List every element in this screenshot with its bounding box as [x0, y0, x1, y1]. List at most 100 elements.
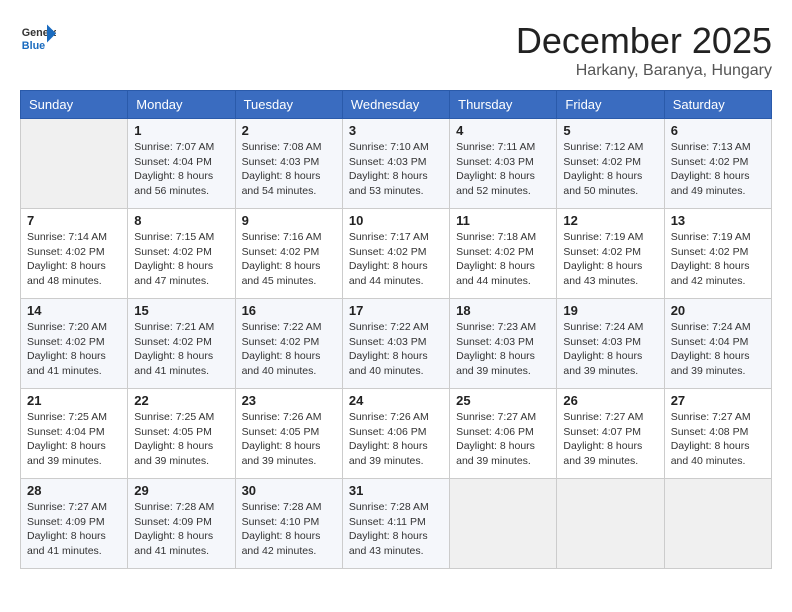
- calendar-week-1: 7Sunrise: 7:14 AMSunset: 4:02 PMDaylight…: [21, 209, 772, 299]
- day-number: 4: [456, 123, 550, 138]
- calendar-cell: [557, 479, 664, 569]
- day-info: Sunrise: 7:20 AMSunset: 4:02 PMDaylight:…: [27, 320, 121, 379]
- day-number: 25: [456, 393, 550, 408]
- calendar-cell: 1 Sunrise: 7:07 AMSunset: 4:04 PMDaylight…: [128, 119, 235, 209]
- day-number: 30: [242, 483, 336, 498]
- day-number: 20: [671, 303, 765, 318]
- calendar-table: SundayMondayTuesdayWednesdayThursdayFrid…: [20, 90, 772, 569]
- day-info: Sunrise: 7:24 AMSunset: 4:03 PMDaylight:…: [563, 320, 657, 379]
- day-number: 16: [242, 303, 336, 318]
- day-info: Sunrise: 7:24 AMSunset: 4:04 PMDaylight:…: [671, 320, 765, 379]
- header: General Blue December 2025 Harkany, Bara…: [20, 20, 772, 80]
- day-info: Sunrise: 7:19 AMSunset: 4:02 PMDaylight:…: [563, 230, 657, 289]
- day-number: 8: [134, 213, 228, 228]
- weekday-header-row: SundayMondayTuesdayWednesdayThursdayFrid…: [21, 91, 772, 119]
- calendar-cell: 11 Sunrise: 7:18 AMSunset: 4:02 PMDayligh…: [450, 209, 557, 299]
- calendar-week-0: 1 Sunrise: 7:07 AMSunset: 4:04 PMDaylight…: [21, 119, 772, 209]
- calendar-cell: 16Sunrise: 7:22 AMSunset: 4:02 PMDayligh…: [235, 299, 342, 389]
- day-info: Sunrise: 7:07 AMSunset: 4:04 PMDaylight:…: [134, 140, 228, 199]
- calendar-cell: 6Sunrise: 7:13 AMSunset: 4:02 PMDaylight…: [664, 119, 771, 209]
- day-info: Sunrise: 7:27 AMSunset: 4:08 PMDaylight:…: [671, 410, 765, 469]
- day-info: Sunrise: 7:21 AMSunset: 4:02 PMDaylight:…: [134, 320, 228, 379]
- day-info: Sunrise: 7:18 AMSunset: 4:02 PMDaylight:…: [456, 230, 550, 289]
- day-number: 22: [134, 393, 228, 408]
- location-title: Harkany, Baranya, Hungary: [516, 62, 772, 80]
- weekday-sunday: Sunday: [21, 91, 128, 119]
- calendar-cell: 18 Sunrise: 7:23 AMSunset: 4:03 PMDayligh…: [450, 299, 557, 389]
- calendar-body: 1 Sunrise: 7:07 AMSunset: 4:04 PMDaylight…: [21, 119, 772, 569]
- calendar-cell: 20 Sunrise: 7:24 AMSunset: 4:04 PMDayligh…: [664, 299, 771, 389]
- day-number: 6: [671, 123, 765, 138]
- calendar-cell: [664, 479, 771, 569]
- day-info: Sunrise: 7:27 AMSunset: 4:09 PMDaylight:…: [27, 500, 121, 559]
- calendar-cell: 24 Sunrise: 7:26 AMSunset: 4:06 PMDayligh…: [342, 389, 449, 479]
- title-area: December 2025 Harkany, Baranya, Hungary: [516, 20, 772, 80]
- day-number: 1: [134, 123, 228, 138]
- day-info: Sunrise: 7:27 AMSunset: 4:06 PMDaylight:…: [456, 410, 550, 469]
- day-info: Sunrise: 7:26 AMSunset: 4:06 PMDaylight:…: [349, 410, 443, 469]
- calendar-cell: 12Sunrise: 7:19 AMSunset: 4:02 PMDayligh…: [557, 209, 664, 299]
- day-info: Sunrise: 7:23 AMSunset: 4:03 PMDaylight:…: [456, 320, 550, 379]
- weekday-wednesday: Wednesday: [342, 91, 449, 119]
- calendar-cell: 5Sunrise: 7:12 AMSunset: 4:02 PMDaylight…: [557, 119, 664, 209]
- calendar-cell: 15 Sunrise: 7:21 AMSunset: 4:02 PMDayligh…: [128, 299, 235, 389]
- weekday-friday: Friday: [557, 91, 664, 119]
- day-number: 21: [27, 393, 121, 408]
- calendar-cell: 10Sunrise: 7:17 AMSunset: 4:02 PMDayligh…: [342, 209, 449, 299]
- day-number: 13: [671, 213, 765, 228]
- weekday-saturday: Saturday: [664, 91, 771, 119]
- calendar-cell: 25 Sunrise: 7:27 AMSunset: 4:06 PMDayligh…: [450, 389, 557, 479]
- day-info: Sunrise: 7:10 AMSunset: 4:03 PMDaylight:…: [349, 140, 443, 199]
- day-number: 2: [242, 123, 336, 138]
- calendar-cell: 9Sunrise: 7:16 AMSunset: 4:02 PMDaylight…: [235, 209, 342, 299]
- day-info: Sunrise: 7:11 AMSunset: 4:03 PMDaylight:…: [456, 140, 550, 199]
- calendar-cell: 4 Sunrise: 7:11 AMSunset: 4:03 PMDaylight…: [450, 119, 557, 209]
- day-number: 23: [242, 393, 336, 408]
- calendar-week-3: 21Sunrise: 7:25 AMSunset: 4:04 PMDayligh…: [21, 389, 772, 479]
- calendar-cell: [450, 479, 557, 569]
- calendar-cell: 31 Sunrise: 7:28 AMSunset: 4:11 PMDayligh…: [342, 479, 449, 569]
- weekday-thursday: Thursday: [450, 91, 557, 119]
- weekday-tuesday: Tuesday: [235, 91, 342, 119]
- month-title: December 2025: [516, 20, 772, 62]
- day-info: Sunrise: 7:28 AMSunset: 4:10 PMDaylight:…: [242, 500, 336, 559]
- day-number: 28: [27, 483, 121, 498]
- calendar-cell: 22 Sunrise: 7:25 AMSunset: 4:05 PMDayligh…: [128, 389, 235, 479]
- day-number: 26: [563, 393, 657, 408]
- day-info: Sunrise: 7:25 AMSunset: 4:05 PMDaylight:…: [134, 410, 228, 469]
- day-number: 9: [242, 213, 336, 228]
- weekday-monday: Monday: [128, 91, 235, 119]
- day-info: Sunrise: 7:17 AMSunset: 4:02 PMDaylight:…: [349, 230, 443, 289]
- day-number: 7: [27, 213, 121, 228]
- calendar-cell: 23Sunrise: 7:26 AMSunset: 4:05 PMDayligh…: [235, 389, 342, 479]
- calendar-cell: 26 Sunrise: 7:27 AMSunset: 4:07 PMDayligh…: [557, 389, 664, 479]
- day-number: 14: [27, 303, 121, 318]
- day-info: Sunrise: 7:19 AMSunset: 4:02 PMDaylight:…: [671, 230, 765, 289]
- day-number: 19: [563, 303, 657, 318]
- day-info: Sunrise: 7:28 AMSunset: 4:09 PMDaylight:…: [134, 500, 228, 559]
- day-info: Sunrise: 7:08 AMSunset: 4:03 PMDaylight:…: [242, 140, 336, 199]
- day-info: Sunrise: 7:27 AMSunset: 4:07 PMDaylight:…: [563, 410, 657, 469]
- day-number: 24: [349, 393, 443, 408]
- day-number: 11: [456, 213, 550, 228]
- day-info: Sunrise: 7:22 AMSunset: 4:03 PMDaylight:…: [349, 320, 443, 379]
- logo: General Blue: [20, 20, 56, 56]
- day-number: 29: [134, 483, 228, 498]
- calendar-week-4: 28 Sunrise: 7:27 AMSunset: 4:09 PMDayligh…: [21, 479, 772, 569]
- calendar-cell: 7Sunrise: 7:14 AMSunset: 4:02 PMDaylight…: [21, 209, 128, 299]
- calendar-cell: 30 Sunrise: 7:28 AMSunset: 4:10 PMDayligh…: [235, 479, 342, 569]
- calendar-cell: 17Sunrise: 7:22 AMSunset: 4:03 PMDayligh…: [342, 299, 449, 389]
- day-number: 3: [349, 123, 443, 138]
- calendar-week-2: 14 Sunrise: 7:20 AMSunset: 4:02 PMDayligh…: [21, 299, 772, 389]
- calendar-cell: 14 Sunrise: 7:20 AMSunset: 4:02 PMDayligh…: [21, 299, 128, 389]
- day-number: 15: [134, 303, 228, 318]
- day-number: 18: [456, 303, 550, 318]
- calendar-cell: 8Sunrise: 7:15 AMSunset: 4:02 PMDaylight…: [128, 209, 235, 299]
- calendar-cell: 29 Sunrise: 7:28 AMSunset: 4:09 PMDayligh…: [128, 479, 235, 569]
- day-info: Sunrise: 7:28 AMSunset: 4:11 PMDaylight:…: [349, 500, 443, 559]
- calendar-cell: 2 Sunrise: 7:08 AMSunset: 4:03 PMDaylight…: [235, 119, 342, 209]
- day-number: 31: [349, 483, 443, 498]
- calendar-cell: 13 Sunrise: 7:19 AMSunset: 4:02 PMDayligh…: [664, 209, 771, 299]
- svg-text:Blue: Blue: [22, 40, 45, 52]
- calendar-cell: 28 Sunrise: 7:27 AMSunset: 4:09 PMDayligh…: [21, 479, 128, 569]
